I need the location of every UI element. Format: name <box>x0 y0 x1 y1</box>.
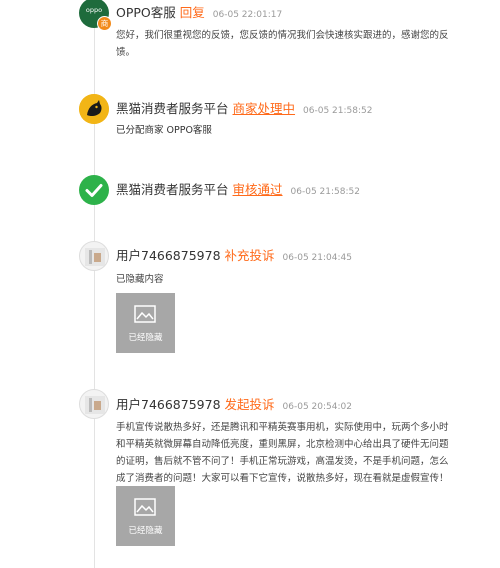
timeline-line <box>94 0 95 568</box>
hidden-content-text: 已隐藏内容 <box>116 274 164 285</box>
black-cat-logo-icon <box>79 94 109 124</box>
timestamp: 06-05 22:01:17 <box>212 10 283 20</box>
entry-header: OPPO客服 回复 06-05 22:01:17 <box>116 2 282 25</box>
entry-header: 用户7466875978 补充投诉 06-05 21:04:45 <box>116 245 352 268</box>
sender-name: OPPO客服 <box>116 5 176 20</box>
status-reply-link[interactable]: 回复 <box>180 5 205 20</box>
user-photo-icon <box>85 396 105 414</box>
sender-name: 黑猫消费者服务平台 <box>116 182 229 197</box>
image-placeholder-icon <box>134 498 156 516</box>
user-avatar <box>79 241 109 271</box>
status-complaint-link[interactable]: 发起投诉 <box>225 397 275 412</box>
hidden-image-thumbnail[interactable]: 已经隐藏 <box>116 293 175 353</box>
status-supplement-link[interactable]: 补充投诉 <box>225 248 275 263</box>
black-cat-avatar <box>79 94 109 124</box>
entry-header: 黑猫消费者服务平台 商家处理中 06-05 21:58:52 <box>116 98 372 121</box>
user-name: 用户7466875978 <box>116 397 221 412</box>
hidden-image-thumbnail[interactable]: 已经隐藏 <box>116 486 175 546</box>
complaint-text: 手机宣传说散热多好，还是腾讯和平精英赛事用机，实际使用中，玩两个多小时和平精英就… <box>116 422 449 484</box>
user-avatar <box>79 389 109 419</box>
entry-header: 用户7466875978 发起投诉 06-05 20:54:02 <box>116 394 352 417</box>
checkmark-icon <box>85 184 103 197</box>
timestamp: 06-05 21:04:45 <box>282 253 352 263</box>
user-photo-icon <box>85 248 105 266</box>
timestamp: 06-05 21:58:52 <box>303 106 373 116</box>
merchant-badge: 商 <box>97 16 112 31</box>
hidden-image-label: 已经隐藏 <box>128 333 163 343</box>
entry-header: 黑猫消费者服务平台 审核通过 06-05 21:58:52 <box>116 179 360 202</box>
timestamp: 06-05 20:54:02 <box>282 402 352 412</box>
reply-text: 您好，我们很重视您的反馈，您反馈的情况我们会快速核实跟进的，感谢您的反馈。 <box>116 30 449 58</box>
hidden-image-label: 已经隐藏 <box>128 526 163 536</box>
svg-text:oppo: oppo <box>86 6 102 14</box>
image-placeholder-icon <box>134 305 156 323</box>
check-avatar <box>79 175 109 205</box>
status-approved-link[interactable]: 审核通过 <box>233 182 283 197</box>
user-name: 用户7466875978 <box>116 248 221 263</box>
status-processing-link[interactable]: 商家处理中 <box>233 101 296 116</box>
sender-name: 黑猫消费者服务平台 <box>116 101 229 116</box>
timestamp: 06-05 21:58:52 <box>290 187 360 197</box>
assignment-text: 已分配商家 OPPO客服 <box>116 125 212 136</box>
